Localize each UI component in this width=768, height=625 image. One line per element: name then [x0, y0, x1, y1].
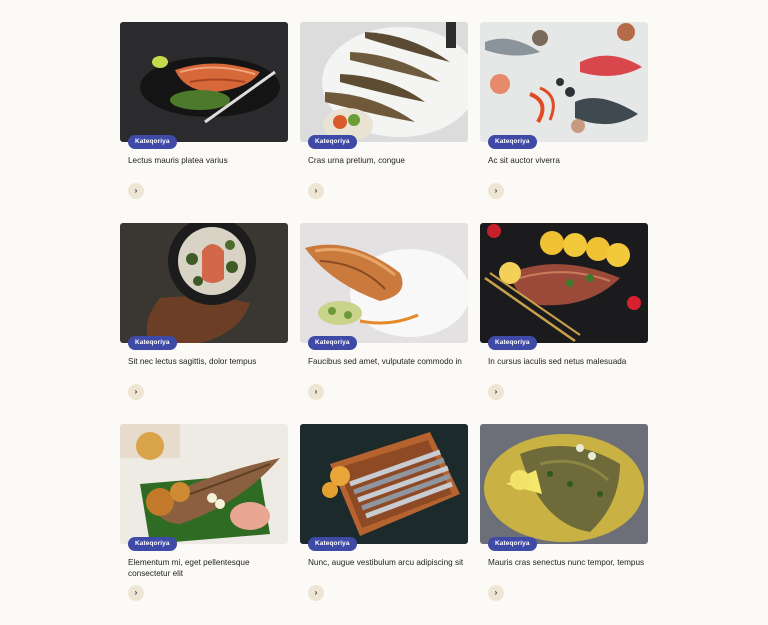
chevron-right-icon[interactable]: › — [488, 384, 504, 400]
recipe-card[interactable]: Kateqoriya Cras urna pretium, congue › — [300, 22, 468, 223]
category-badge[interactable]: Kateqoriya — [308, 537, 357, 551]
recipe-card[interactable]: Kateqoriya Mauris cras senectus nunc tem… — [480, 424, 648, 625]
card-title[interactable]: Cras urna pretium, congue — [308, 155, 468, 166]
category-badge[interactable]: Kateqoriya — [488, 336, 537, 350]
card-image-fish-herb-sauce[interactable] — [480, 424, 648, 544]
recipe-card[interactable]: Kateqoriya Elementum mi, eget pellentesq… — [120, 424, 288, 625]
card-image-salmon-fillet[interactable] — [300, 223, 468, 343]
card-image-fried-fish[interactable] — [120, 424, 288, 544]
card-image-salmon-bowl[interactable] — [120, 223, 288, 343]
recipe-card[interactable]: Kateqoriya Nunc, augue vestibulum arcu a… — [300, 424, 468, 625]
category-badge[interactable]: Kateqoriya — [308, 135, 357, 149]
chevron-right-icon[interactable]: › — [128, 183, 144, 199]
card-title[interactable]: Nunc, augue vestibulum arcu adipiscing s… — [308, 557, 468, 568]
category-badge[interactable]: Kateqoriya — [128, 537, 177, 551]
recipe-card[interactable]: Kateqoriya Sit nec lectus sagittis, dolo… — [120, 223, 288, 424]
card-title[interactable]: In cursus iaculis sed netus malesuada — [488, 356, 648, 367]
chevron-right-icon[interactable]: › — [308, 384, 324, 400]
card-title[interactable]: Sit nec lectus sagittis, dolor tempus — [128, 356, 288, 367]
category-badge[interactable]: Kateqoriya — [488, 537, 537, 551]
card-title[interactable]: Lectus mauris platea varius — [128, 155, 288, 166]
chevron-right-icon[interactable]: › — [308, 585, 324, 601]
card-image-fish-lemon[interactable] — [480, 223, 648, 343]
recipe-card[interactable]: Kateqoriya In cursus iaculis sed netus m… — [480, 223, 648, 424]
card-image-grilled-salmon[interactable] — [120, 22, 288, 142]
category-badge[interactable]: Kateqoriya — [128, 336, 177, 350]
category-badge[interactable]: Kateqoriya — [308, 336, 357, 350]
recipe-card[interactable]: Kateqoriya Faucibus sed amet, vulputate … — [300, 223, 468, 424]
recipe-card[interactable]: Kateqoriya Lectus mauris platea varius › — [120, 22, 288, 223]
category-badge[interactable]: Kateqoriya — [488, 135, 537, 149]
card-title[interactable]: Faucibus sed amet, vulputate commodo in — [308, 356, 468, 367]
card-image-grilled-sardines[interactable] — [300, 22, 468, 142]
category-badge[interactable]: Kateqoriya — [128, 135, 177, 149]
card-title[interactable]: Ac sit auctor viverra — [488, 155, 648, 166]
card-title[interactable]: Mauris cras senectus nunc tempor, tempus — [488, 557, 648, 568]
recipe-card[interactable]: Kateqoriya Ac sit auctor viverra › — [480, 22, 648, 223]
chevron-right-icon[interactable]: › — [488, 183, 504, 199]
chevron-right-icon[interactable]: › — [128, 585, 144, 601]
chevron-right-icon[interactable]: › — [308, 183, 324, 199]
card-image-sardines-dish[interactable] — [300, 424, 468, 544]
card-image-raw-seafood[interactable] — [480, 22, 648, 142]
chevron-right-icon[interactable]: › — [488, 585, 504, 601]
recipe-card-grid: Kateqoriya Lectus mauris platea varius ›… — [120, 22, 648, 625]
chevron-right-icon[interactable]: › — [128, 384, 144, 400]
